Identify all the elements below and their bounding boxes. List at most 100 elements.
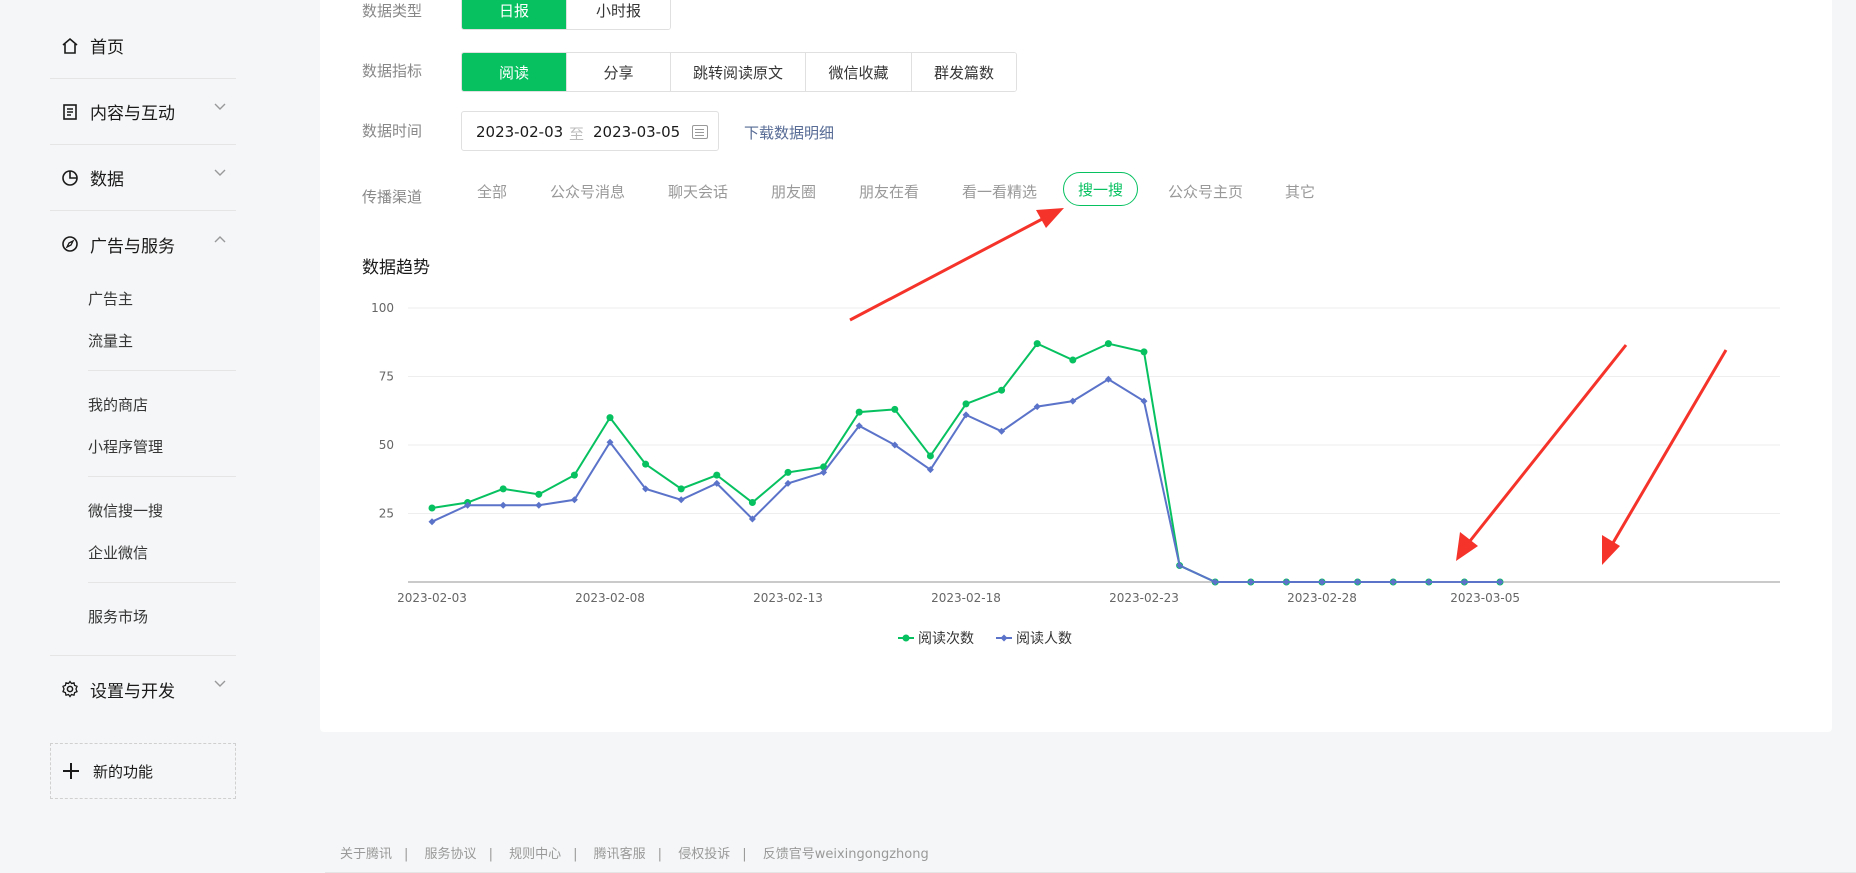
data-point [1104,340,1112,348]
time-label: 数据时间 [362,122,423,140]
data-type-toggle: 日报 小时报 [461,0,671,30]
sidebar-item-wechat-search[interactable]: 微信搜一搜 [88,500,163,521]
footer-link-feedback[interactable]: 反馈官号weixingongzhong [763,843,929,862]
nav-data[interactable]: 数据 [50,145,236,211]
chevron-down-icon [214,680,226,687]
data-type-daily[interactable]: 日报 [462,0,566,29]
nav-home[interactable]: 首页 [50,13,236,79]
new-feature-label: 新的功能 [93,762,154,781]
date-range-picker[interactable]: 2023-02-03 至 2023-03-05 [461,111,719,151]
data-point [535,490,543,498]
channel-friends-watching[interactable]: 朋友在看 [859,181,919,202]
data-point [855,408,863,416]
download-details-link[interactable]: 下载数据明细 [744,122,834,143]
x-tick-label: 2023-02-13 [753,591,823,605]
sidebar-item-my-store[interactable]: 我的商店 [88,394,148,415]
metric-toggle: 阅读 分享 跳转阅读原文 微信收藏 群发篇数 [461,52,1017,92]
data-point [677,485,685,493]
metric-posts[interactable]: 群发篇数 [911,53,1016,91]
data-point [677,496,685,504]
nav-ads[interactable]: 广告与服务 [50,211,236,277]
y-tick-label: 25 [379,507,394,521]
divider [88,370,236,371]
legend-marker [1000,634,1008,642]
footer-link-complaint[interactable]: 侵权投诉 [678,843,730,862]
footer: 关于腾讯 | 服务协议 | 规则中心 | 腾讯客服 | 侵权投诉 | 反馈官号weixin… [340,843,929,862]
data-point [962,400,970,408]
footer-link-about[interactable]: 关于腾讯 [340,843,392,862]
data-point [535,501,543,509]
x-tick-label: 2023-02-28 [1287,591,1357,605]
nav-data-label: 数据 [90,170,124,190]
data-point [998,386,1006,394]
data-point [499,485,507,493]
sidebar-item-wecom[interactable]: 企业微信 [88,542,148,563]
legend-label: 阅读次数 [918,630,974,647]
y-tick-label: 50 [379,438,394,452]
data-point [891,405,899,413]
data-point [428,504,436,512]
metric-share[interactable]: 分享 [566,53,670,91]
channel-all[interactable]: 全部 [477,181,507,202]
data-type-hourly[interactable]: 小时报 [566,0,670,29]
sidebar-item-service-market[interactable]: 服务市场 [88,606,148,627]
data-point [784,468,792,476]
metric-read-original[interactable]: 跳转阅读原文 [670,53,805,91]
document-icon [60,102,80,122]
channel-oa-message[interactable]: 公众号消息 [550,181,625,202]
channel-moments[interactable]: 朋友圈 [771,181,816,202]
nav-ads-label: 广告与服务 [90,236,175,257]
x-tick-label: 2023-02-18 [931,591,1001,605]
footer-link-terms[interactable]: 服务协议 [425,843,477,862]
footer-link-rules[interactable]: 规则中心 [509,843,561,862]
x-tick-label: 2023-03-05 [1450,591,1520,605]
line-chart: 25 50 75 100 2023-02-03 2023-02-08 2023-02-13 2… [371,301,1780,647]
pie-chart-icon [60,168,80,188]
date-start: 2023-02-03 [476,123,564,141]
data-point [499,501,507,509]
data-point [606,414,614,422]
data-point [1033,340,1041,348]
data-point [713,471,721,479]
date-separator: 至 [569,125,585,143]
chevron-down-icon [214,169,226,176]
metric-read[interactable]: 阅读 [462,53,566,91]
legend-marker [902,634,910,642]
chevron-down-icon [214,103,226,110]
y-tick-label: 100 [371,301,394,315]
sidebar-item-publisher[interactable]: 流量主 [88,330,133,351]
channel-chat[interactable]: 聊天会话 [668,181,728,202]
nav-home-label: 首页 [90,38,124,58]
new-feature-button[interactable]: 新的功能 [50,743,236,799]
footer-separator: | [742,847,747,862]
data-type-label: 数据类型 [362,2,423,20]
footer-separator: | [488,847,493,862]
chevron-up-icon [214,236,226,243]
calendar-icon [692,125,708,139]
sidebar-item-advertiser[interactable]: 广告主 [88,288,133,309]
sidebar: 首页 内容与互动 数据 广告与服务 广告主 流量主 我的商店 小程序管理 微信搜… [0,0,250,873]
footer-separator: | [573,847,578,862]
compass-icon [60,234,80,254]
channel-other[interactable]: 其它 [1285,181,1315,202]
divider [88,476,236,477]
footer-separator: | [657,847,663,862]
nav-content[interactable]: 内容与互动 [50,79,236,145]
divider [88,582,236,583]
metric-favorite[interactable]: 微信收藏 [805,53,911,91]
footer-link-support[interactable]: 腾讯客服 [594,843,646,862]
channel-top-stories[interactable]: 看一看精选 [962,181,1037,202]
data-point [642,460,650,468]
nav-settings[interactable]: 设置与开发 [50,656,236,722]
plus-icon [63,763,79,779]
data-point [926,452,934,460]
legend-label: 阅读人数 [1016,630,1072,647]
channel-oa-homepage[interactable]: 公众号主页 [1168,181,1243,202]
data-point [428,518,436,526]
nav-content-label: 内容与互动 [90,104,175,124]
series-line [431,378,1500,583]
channel-search[interactable]: 搜一搜 [1063,172,1139,206]
trend-title: 数据趋势 [362,258,430,278]
data-point [1069,356,1077,364]
sidebar-item-miniprogram[interactable]: 小程序管理 [88,436,163,457]
